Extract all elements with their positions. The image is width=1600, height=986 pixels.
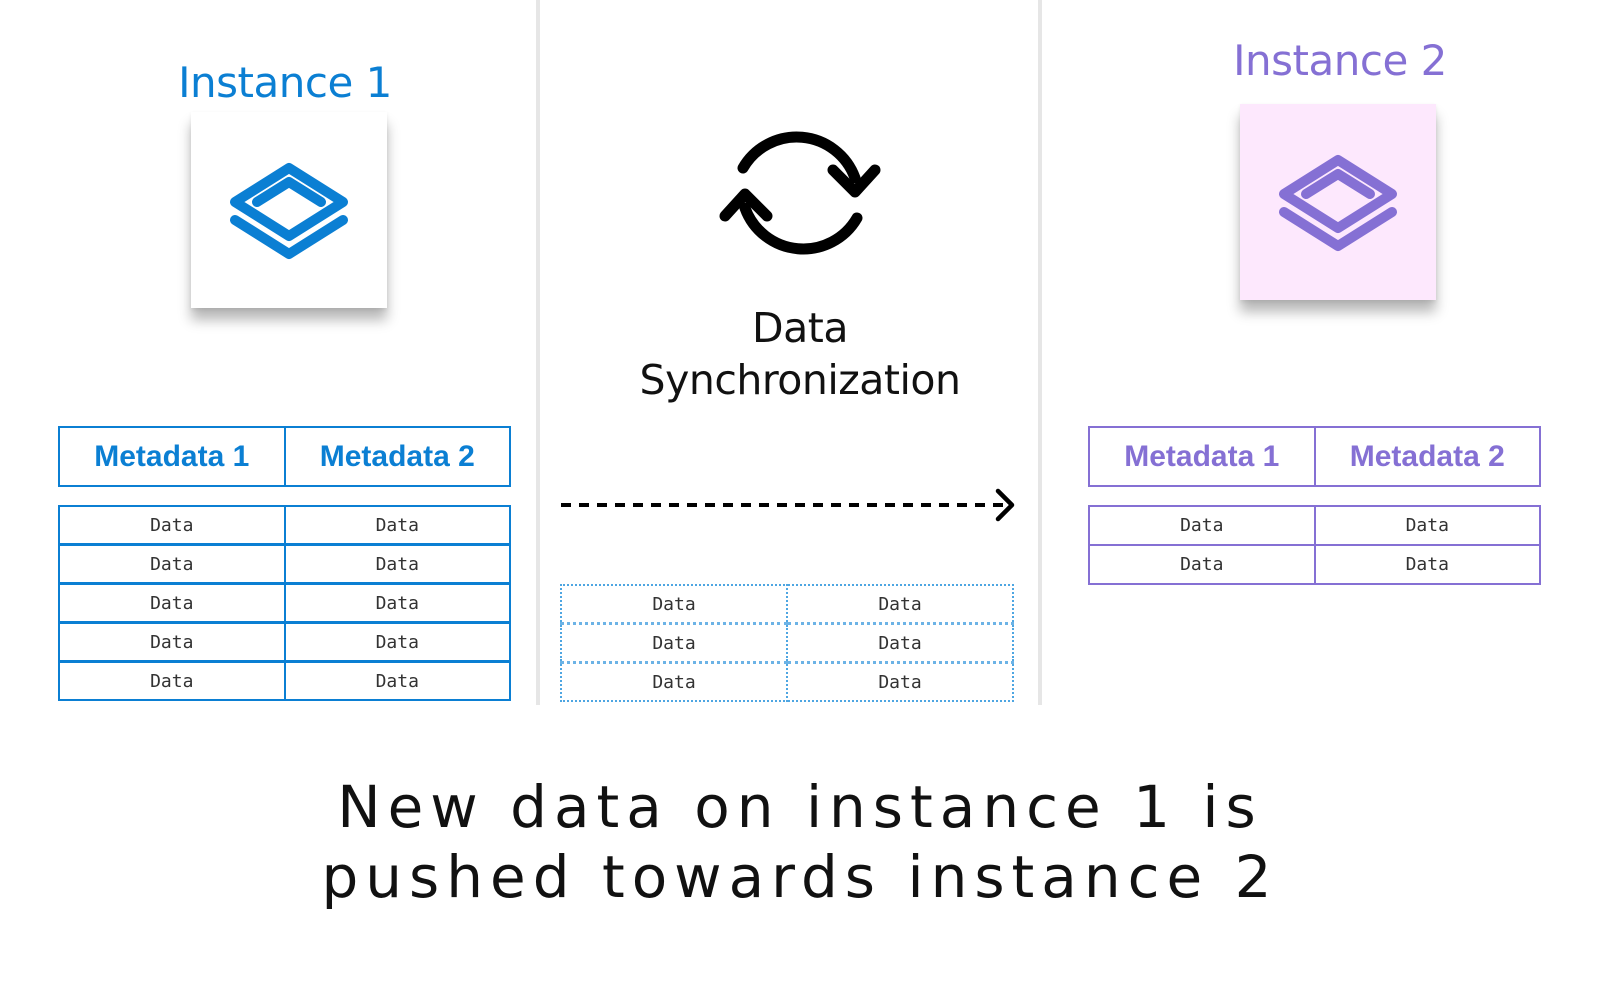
- table-row: Data Data: [58, 621, 511, 663]
- data-cell: Data: [283, 621, 511, 663]
- instance-1-header-table: Metadata 1 Metadata 2: [58, 426, 511, 487]
- table-row: Data Data: [58, 543, 511, 585]
- data-cell: Data: [58, 582, 286, 624]
- instance-1-title: Instance 1: [178, 58, 392, 107]
- dashed-arrow-right-icon: [558, 485, 1020, 530]
- data-cell: Data: [786, 622, 1014, 664]
- sync-label-line-1: Data: [752, 304, 848, 352]
- data-cell: Data: [283, 660, 511, 701]
- data-cell: Data: [560, 584, 788, 625]
- caption: New data on instance 1 is pushed towards…: [0, 772, 1600, 912]
- data-cell: Data: [58, 660, 286, 701]
- sync-arrows-icon: [715, 108, 885, 283]
- caption-line-1: New data on instance 1 is: [337, 773, 1263, 841]
- caption-line-2: pushed towards instance 2: [321, 843, 1279, 911]
- data-cell: Data: [1313, 505, 1541, 546]
- table-row: Data Data: [1088, 505, 1541, 546]
- table-row: Data Data: [560, 661, 1014, 702]
- data-cell: Data: [58, 505, 286, 546]
- table-row: Data Data: [1088, 544, 1541, 585]
- layers-icon: [230, 163, 348, 259]
- data-cell: Data: [283, 505, 511, 546]
- right-column-divider: [1038, 0, 1042, 705]
- instance-1-card: [191, 112, 387, 308]
- column-header: Metadata 2: [1313, 426, 1541, 487]
- data-cell: Data: [786, 661, 1014, 702]
- data-cell: Data: [283, 582, 511, 624]
- data-cell: Data: [283, 543, 511, 585]
- data-cell: Data: [560, 622, 788, 664]
- data-cell: Data: [58, 543, 286, 585]
- data-cell: Data: [1313, 544, 1541, 585]
- table-row: Data Data: [58, 582, 511, 624]
- column-header: Metadata 1: [1088, 426, 1316, 487]
- data-cell: Data: [58, 621, 286, 663]
- table-row: Data Data: [560, 584, 1014, 625]
- sync-label-line-2: Synchronization: [639, 356, 961, 404]
- table-row: Data Data: [58, 505, 511, 546]
- instance-2-data-table: Data Data Data Data: [1088, 505, 1541, 585]
- pending-data-table: Data Data Data Data Data Data: [560, 584, 1014, 702]
- data-cell: Data: [1088, 544, 1316, 585]
- instance-2-title: Instance 2: [1233, 36, 1447, 85]
- data-cell: Data: [560, 661, 788, 702]
- instance-1-data-table: Data Data Data Data Data Data Data Data Data…: [58, 505, 511, 701]
- instance-2-header-table: Metadata 1 Metadata 2: [1088, 426, 1541, 487]
- column-header: Metadata 2: [283, 426, 511, 487]
- layers-icon: [1279, 155, 1397, 251]
- column-header: Metadata 1: [58, 426, 286, 487]
- sync-label: Data Synchronization: [600, 302, 1000, 406]
- instance-2-card: [1240, 104, 1436, 300]
- table-row: Data Data: [560, 622, 1014, 664]
- data-cell: Data: [1088, 505, 1316, 546]
- data-cell: Data: [786, 584, 1014, 625]
- table-row: Data Data: [58, 660, 511, 701]
- left-column-divider: [536, 0, 540, 705]
